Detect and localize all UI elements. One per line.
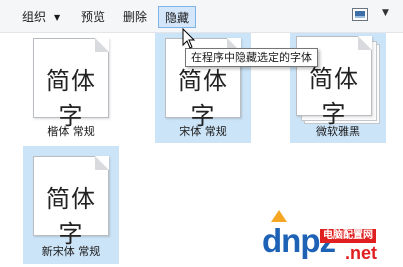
font-name-label: 微软雅黑 — [316, 125, 360, 138]
hide-button[interactable]: 隐藏 — [158, 6, 197, 28]
font-item-kaiti[interactable]: 简体字 楷体 常规 — [23, 33, 119, 143]
command-bar: 组织 ▼ 预览 删除 隐藏 ▼ — [0, 0, 403, 33]
font-preview-text: 简体字 — [46, 185, 96, 248]
font-file-icon: 简体字 — [33, 38, 109, 130]
watermark-domain: .net — [345, 243, 378, 263]
organize-label: 组织 — [22, 10, 47, 24]
watermark-tag: 电脑配置网 — [320, 229, 376, 243]
delete-button[interactable]: 删除 — [117, 6, 153, 28]
change-view-icon[interactable] — [352, 8, 368, 21]
preview-button[interactable]: 预览 — [75, 6, 111, 28]
font-file-icon: 简体字 — [33, 156, 109, 248]
font-item-nsimsun[interactable]: 简体字 新宋体 常规 — [23, 146, 119, 264]
mouse-cursor-icon — [182, 28, 196, 49]
font-name-label: 宋体 常规 — [179, 125, 227, 138]
font-name-label: 新宋体 常规 — [41, 245, 101, 258]
font-preview-text: 简体字 — [46, 67, 96, 130]
organize-button[interactable]: 组织 ▼ — [16, 6, 66, 28]
font-preview-text: 简体字 — [309, 65, 359, 128]
organize-dropdown-icon: ▼ — [54, 13, 61, 22]
watermark-triangle-icon — [271, 210, 287, 222]
site-watermark: dnpz 电脑配置网 .net — [262, 210, 403, 267]
font-name-label: 楷体 常规 — [47, 125, 95, 138]
hide-tooltip: 在程序中隐藏选定的字体 — [185, 48, 318, 67]
font-preview-text: 简体字 — [178, 67, 228, 130]
view-options-dropdown-icon[interactable]: ▼ — [382, 8, 389, 18]
